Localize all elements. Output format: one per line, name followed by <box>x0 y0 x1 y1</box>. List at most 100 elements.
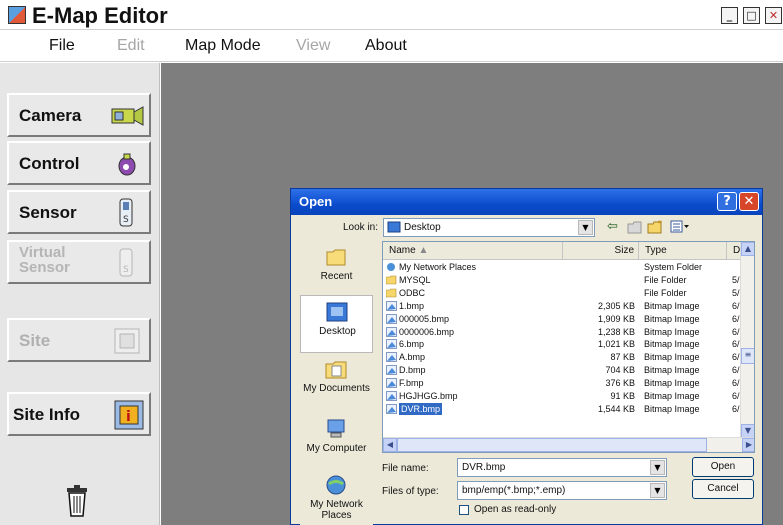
look-in-arrow-icon[interactable]: ▼ <box>578 220 593 235</box>
file-name: F.bmp <box>399 378 424 389</box>
file-row[interactable]: 1.bmp2,305 KBBitmap Image6/7/2 <box>383 300 743 312</box>
maximize-button[interactable]: □ <box>743 7 760 24</box>
file-row[interactable]: ODBCFile Folder5/28/ <box>383 287 743 299</box>
bitmap-icon <box>386 326 397 337</box>
file-size: 376 KB <box>605 378 635 389</box>
look-in-dropdown[interactable]: Desktop ▼ <box>383 218 595 237</box>
file-size: 1,909 KB <box>597 313 635 324</box>
file-type: Bitmap Image <box>644 352 700 363</box>
bitmap-icon <box>386 300 397 311</box>
close-button[interactable]: ✕ <box>765 7 782 24</box>
file-type: Bitmap Image <box>644 326 700 337</box>
file-name: 000005.bmp <box>399 313 450 324</box>
file-name: A.bmp <box>399 352 426 363</box>
site-info-button-label: Site Info <box>13 405 81 424</box>
menu-about[interactable]: About <box>365 37 407 55</box>
scroll-left-icon[interactable]: ◀ <box>383 438 397 452</box>
file-type: Bitmap Image <box>644 339 700 350</box>
scroll-right-icon[interactable]: ▶ <box>742 438 754 452</box>
file-row[interactable]: A.bmp87 KBBitmap Image6/12/ <box>383 351 743 363</box>
horizontal-scrollbar[interactable]: ◀ ▶ <box>383 437 754 452</box>
file-type: Bitmap Image <box>644 313 700 324</box>
column-size[interactable]: Size <box>563 242 639 260</box>
camera-button[interactable]: Camera <box>7 93 151 137</box>
places-bar: Recent Desktop My Documents My Computer … <box>300 241 373 525</box>
file-row[interactable]: F.bmp376 KBBitmap Image6/12/ <box>383 377 743 389</box>
sensor-icon: S <box>119 198 133 227</box>
view-menu-icon[interactable] <box>670 220 690 233</box>
bitmap-icon <box>386 365 397 375</box>
scroll-thumb[interactable]: ≡ <box>741 348 754 364</box>
site-icon <box>114 328 140 354</box>
file-size: 704 KB <box>605 365 635 376</box>
column-name[interactable]: Name ▲ <box>383 242 563 260</box>
site-info-button[interactable]: Site Info i <box>7 392 151 436</box>
file-name: 0000006.bmp <box>399 326 455 337</box>
place-recent[interactable]: Recent <box>300 241 373 299</box>
control-button[interactable]: Control <box>7 141 151 185</box>
dialog-title: Open <box>299 194 333 209</box>
file-row[interactable]: D.bmp704 KBBitmap Image6/12/ <box>383 364 743 376</box>
file-name-input[interactable]: DVR.bmp ▼ <box>457 458 667 477</box>
dialog-titlebar: Open ? ✕ <box>291 189 762 215</box>
back-icon[interactable]: ⇦ <box>607 219 618 234</box>
file-row[interactable]: 0000006.bmp1,238 KBBitmap Image6/12/ <box>383 326 743 338</box>
new-folder-icon[interactable]: * <box>647 218 665 234</box>
desktop-icon <box>326 302 348 322</box>
file-type-dropdown[interactable]: bmp/emp(*.bmp;*.emp) ▼ <box>457 481 667 500</box>
cancel-button[interactable]: Cancel <box>692 479 754 499</box>
trash-icon[interactable] <box>63 485 91 517</box>
bitmap-icon <box>386 404 397 414</box>
file-name: ODBC <box>399 287 426 298</box>
control-button-label: Control <box>19 154 80 173</box>
readonly-checkbox[interactable] <box>459 505 469 515</box>
place-my-computer[interactable]: My Computer <box>300 413 373 471</box>
place-desktop[interactable]: Desktop <box>300 295 373 353</box>
desktop-small-icon <box>387 221 401 233</box>
menu-map-mode[interactable]: Map Mode <box>185 37 261 55</box>
place-my-documents[interactable]: My Documents <box>300 353 373 411</box>
recent-icon <box>326 249 346 266</box>
file-row[interactable]: 000005.bmp1,909 KBBitmap Image6/12/ <box>383 313 743 325</box>
place-desktop-label: Desktop <box>319 326 356 337</box>
dialog-close-button[interactable]: ✕ <box>739 192 759 211</box>
file-type-arrow-icon[interactable]: ▼ <box>650 483 665 498</box>
file-name: 1.bmp <box>399 300 425 311</box>
virtual-sensor-label-2: Sensor <box>19 259 70 276</box>
look-in-value: Desktop <box>404 222 441 233</box>
minimize-button[interactable]: _ <box>721 7 738 24</box>
file-list[interactable]: Name ▲ Size Type Date My Network PlacesS… <box>382 241 755 453</box>
sensor-button[interactable]: Sensor S <box>7 190 151 234</box>
column-type[interactable]: Type <box>639 242 727 260</box>
site-button-label: Site <box>19 331 51 350</box>
scroll-up-icon[interactable]: ▲ <box>741 242 754 256</box>
readonly-label: Open as read-only <box>474 504 557 515</box>
network-icon <box>387 263 395 271</box>
vertical-scrollbar[interactable]: ▲ ≡ ▼ <box>740 242 754 438</box>
site-button: Site <box>7 318 151 362</box>
file-size: 91 KB <box>610 391 635 401</box>
look-in-label: Look in: <box>343 222 379 233</box>
scroll-down-icon[interactable]: ▼ <box>741 424 754 438</box>
menu-file[interactable]: File <box>49 37 75 55</box>
file-name-arrow-icon[interactable]: ▼ <box>650 460 665 475</box>
file-row[interactable]: HGJHGG.bmp91 KBBitmap Image6/12/ <box>383 390 743 402</box>
place-my-network[interactable]: My Network Places <box>300 469 373 525</box>
help-button[interactable]: ? <box>717 192 737 211</box>
hscroll-thumb[interactable] <box>397 438 707 452</box>
file-size: 1,544 KB <box>597 403 635 414</box>
file-row[interactable]: DVR.bmp1,544 KBBitmap Image6/12/ <box>383 402 743 415</box>
file-row[interactable]: My Network Places System Folder <box>383 261 743 273</box>
place-my-network-label: My Network Places <box>310 499 363 521</box>
file-size: 1,238 KB <box>597 326 635 337</box>
file-row[interactable]: 6.bmp1,021 KBBitmap Image6/7/2 <box>383 338 743 350</box>
file-row[interactable]: MYSQLFile Folder5/28/ <box>383 274 743 286</box>
site-info-icon: i <box>114 400 144 430</box>
file-name: MYSQL <box>399 274 431 285</box>
my-network-icon <box>326 475 346 495</box>
open-button[interactable]: Open <box>692 457 754 477</box>
up-folder-icon[interactable] <box>627 220 643 234</box>
menu-edit: Edit <box>117 37 145 54</box>
bitmap-icon <box>386 313 397 324</box>
folder-icon <box>386 275 397 285</box>
